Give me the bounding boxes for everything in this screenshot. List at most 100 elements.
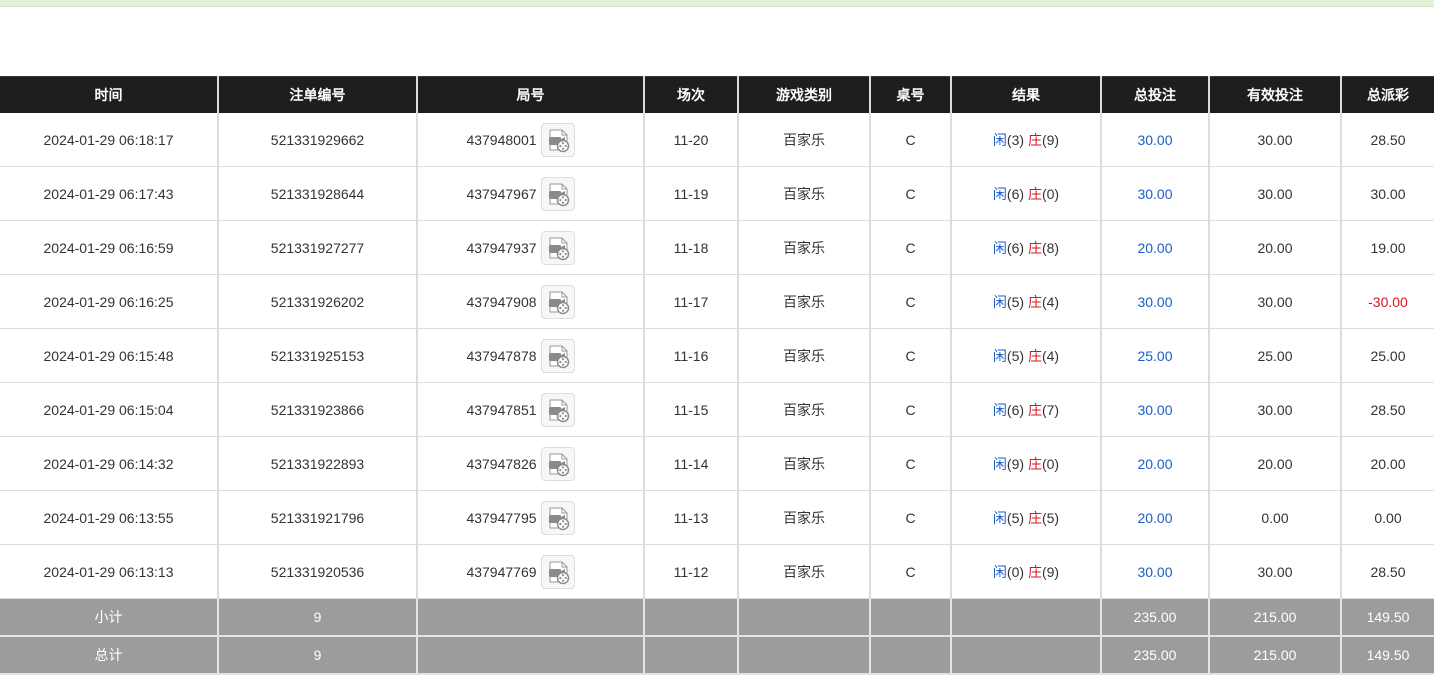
cell-total-bet[interactable]: 25.00 [1100,328,1209,383]
subtotal-count: 9 [217,598,417,637]
empty-cell [737,598,870,637]
empty-cell [416,598,644,637]
header-payout: 总派彩 [1340,76,1434,113]
cell-table-no: C [869,382,951,437]
table-row: 2024-01-29 06:18:17 521331929662 4379480… [0,113,1434,167]
video-replay-icon[interactable] [540,446,575,481]
cell-game-type: 百家乐 [737,436,870,491]
bet-records-table: 时间 注单编号 局号 场次 游戏类别 桌号 结果 总投注 有效投注 总派彩 20… [0,76,1434,675]
video-replay-icon[interactable] [540,500,575,535]
table-row: 2024-01-29 06:15:04 521331923866 4379478… [0,382,1434,437]
cell-round: 437947795 [416,490,644,545]
cell-shoe: 11-15 [643,382,738,437]
cell-valid-bet: 30.00 [1208,544,1341,599]
cell-time: 2024-01-29 06:16:25 [0,274,218,329]
result-player-label: 闲 [992,131,1007,148]
video-replay-icon[interactable] [540,230,575,265]
result-player-label: 闲 [992,293,1007,310]
round-number: 437947937 [466,239,537,256]
video-replay-icon[interactable] [540,392,575,427]
round-number: 437947878 [466,347,537,364]
round-number: 437948001 [466,131,537,148]
cell-table-no: C [869,166,951,221]
cell-total-bet[interactable]: 20.00 [1100,436,1209,491]
grand-total-valid-bet: 215.00 [1208,636,1341,675]
result-banker-label: 庄 [1027,563,1042,580]
empty-cell [416,636,644,675]
top-strip [0,0,1434,7]
result-banker-label: 庄 [1027,401,1042,418]
video-replay-icon[interactable] [540,176,575,211]
header-game-type: 游戏类别 [737,76,870,113]
round-number: 437947967 [466,185,537,202]
cell-result: 闲(5) 庄(4) [950,274,1101,329]
result-banker-score: (8) [1041,239,1060,256]
result-banker-label: 庄 [1027,509,1042,526]
cell-shoe: 11-16 [643,328,738,383]
cell-valid-bet: 25.00 [1208,328,1341,383]
cell-round: 437947937 [416,220,644,275]
cell-time: 2024-01-29 06:13:13 [0,544,218,599]
header-shoe: 场次 [643,76,738,113]
video-replay-icon[interactable] [540,554,575,589]
cell-game-type: 百家乐 [737,220,870,275]
cell-total-bet[interactable]: 30.00 [1100,113,1209,167]
table-row: 2024-01-29 06:16:25 521331926202 4379479… [0,274,1434,329]
cell-bet-id: 521331927277 [217,220,417,275]
grand-total-label: 总计 [0,636,218,675]
cell-total-bet[interactable]: 20.00 [1100,220,1209,275]
table-row: 2024-01-29 06:13:55 521331921796 4379477… [0,490,1434,545]
cell-bet-id: 521331926202 [217,274,417,329]
result-banker-score: (5) [1041,509,1060,526]
video-replay-icon[interactable] [540,284,575,319]
result-player-label: 闲 [992,401,1007,418]
result-player-label: 闲 [992,455,1007,472]
cell-total-bet[interactable]: 30.00 [1100,166,1209,221]
cell-total-bet[interactable]: 30.00 [1100,544,1209,599]
cell-game-type: 百家乐 [737,113,870,167]
video-replay-icon[interactable] [540,338,575,373]
cell-round: 437947908 [416,274,644,329]
cell-valid-bet: 0.00 [1208,490,1341,545]
result-banker-score: (9) [1041,131,1060,148]
cell-bet-id: 521331928644 [217,166,417,221]
cell-table-no: C [869,544,951,599]
table-header-row: 时间 注单编号 局号 场次 游戏类别 桌号 结果 总投注 有效投注 总派彩 [0,76,1434,113]
cell-valid-bet: 20.00 [1208,220,1341,275]
cell-bet-id: 521331923866 [217,382,417,437]
result-banker-score: (4) [1041,347,1060,364]
empty-cell [737,636,870,675]
video-replay-icon[interactable] [540,122,575,157]
cell-time: 2024-01-29 06:15:48 [0,328,218,383]
cell-shoe: 11-13 [643,490,738,545]
cell-round: 437947769 [416,544,644,599]
cell-payout: 19.00 [1340,220,1434,275]
cell-result: 闲(5) 庄(4) [950,328,1101,383]
cell-result: 闲(5) 庄(5) [950,490,1101,545]
result-banker-score: (0) [1041,455,1060,472]
cell-result: 闲(0) 庄(9) [950,544,1101,599]
cell-shoe: 11-19 [643,166,738,221]
result-banker-label: 庄 [1027,347,1042,364]
cell-total-bet[interactable]: 30.00 [1100,274,1209,329]
grand-total-payout: 149.50 [1340,636,1434,675]
cell-total-bet[interactable]: 30.00 [1100,382,1209,437]
table-row: 2024-01-29 06:17:43 521331928644 4379479… [0,166,1434,221]
cell-bet-id: 521331929662 [217,113,417,167]
cell-table-no: C [869,490,951,545]
cell-total-bet[interactable]: 20.00 [1100,490,1209,545]
cell-game-type: 百家乐 [737,274,870,329]
result-player-label: 闲 [992,563,1007,580]
result-player-score: (5) [1006,293,1025,310]
cell-table-no: C [869,113,951,167]
result-banker-label: 庄 [1027,455,1042,472]
cell-shoe: 11-17 [643,274,738,329]
grand-total-total-bet: 235.00 [1100,636,1209,675]
round-number: 437947851 [466,401,537,418]
grand-total-row: 总计 9 235.00 215.00 149.50 [0,636,1434,675]
cell-valid-bet: 30.00 [1208,382,1341,437]
cell-table-no: C [869,220,951,275]
empty-cell [869,636,951,675]
round-number: 437947908 [466,293,537,310]
header-round: 局号 [416,76,644,113]
